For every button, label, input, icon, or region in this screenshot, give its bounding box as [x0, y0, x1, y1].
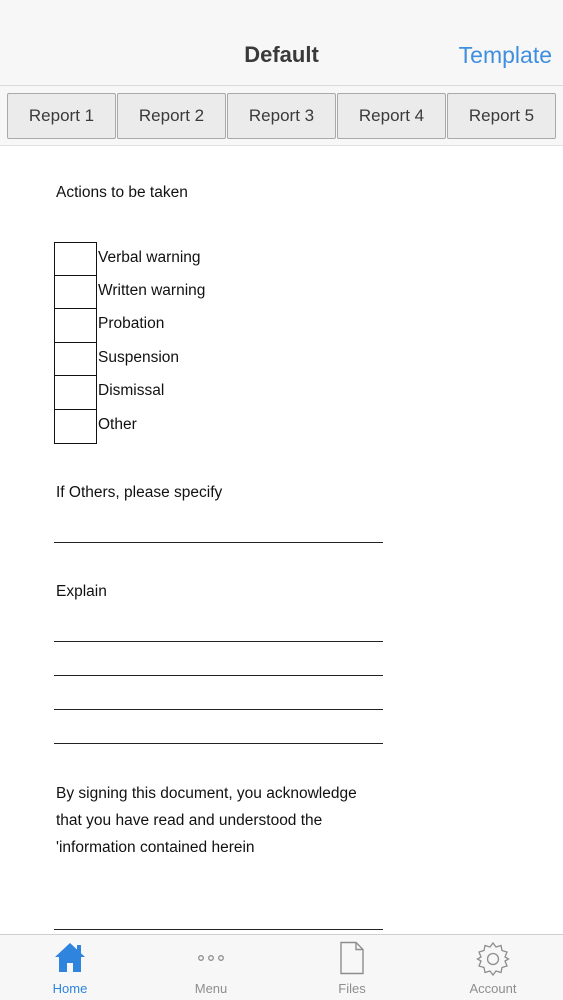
checkbox-other[interactable] [54, 409, 97, 444]
report-segment-bar: Report 1 Report 2 Report 3 Report 4 Repo… [0, 86, 563, 146]
more-icon [198, 955, 224, 961]
file-icon [340, 941, 364, 975]
checkbox-suspension[interactable] [54, 342, 97, 377]
checkbox-written-warning[interactable] [54, 275, 97, 310]
tab-home[interactable]: Home [0, 935, 140, 1000]
segment-report-2[interactable]: Report 2 [117, 93, 226, 139]
explain-line-3[interactable] [54, 709, 383, 710]
option-label-probation: Probation [98, 315, 165, 332]
segment-report-5[interactable]: Report 5 [447, 93, 556, 139]
navigation-bar: Default Template [0, 0, 563, 86]
option-label-dismissal: Dismissal [98, 382, 165, 399]
tab-account[interactable]: Account [423, 935, 563, 1000]
option-label-verbal-warning: Verbal warning [98, 249, 201, 266]
segment-report-4[interactable]: Report 4 [337, 93, 446, 139]
tab-menu[interactable]: Menu [141, 935, 281, 1000]
option-label-other: Other [98, 416, 137, 433]
acknowledgement-line-1: By signing this document, you acknowledg… [56, 785, 357, 802]
acknowledgement-line-2: that you have read and understood the [56, 812, 323, 829]
explain-line-1[interactable] [54, 641, 383, 642]
form-content[interactable]: Actions to be taken Verbal warning Writt… [0, 147, 563, 934]
tab-menu-label: Menu [194, 981, 228, 996]
segment-report-3[interactable]: Report 3 [227, 93, 336, 139]
tab-files[interactable]: Files [282, 935, 422, 1000]
option-label-written-warning: Written warning [98, 282, 206, 299]
checkbox-probation[interactable] [54, 308, 97, 343]
actions-heading: Actions to be taken [56, 184, 188, 201]
signature-line[interactable] [54, 929, 383, 930]
checkbox-dismissal[interactable] [54, 375, 97, 410]
template-button[interactable]: Template [459, 42, 552, 69]
tab-account-label: Account [469, 981, 517, 996]
others-specify-label: If Others, please specify [56, 484, 223, 501]
others-specify-line[interactable] [54, 542, 383, 543]
home-icon [55, 943, 85, 972]
option-label-suspension: Suspension [98, 349, 180, 366]
checkbox-verbal-warning[interactable] [54, 242, 97, 277]
explain-line-2[interactable] [54, 675, 383, 676]
explain-line-4[interactable] [54, 743, 383, 744]
tab-files-label: Files [338, 981, 366, 996]
tab-home-label: Home [52, 981, 88, 996]
acknowledgement-line-3: 'information contained herein [56, 839, 255, 856]
segment-report-1[interactable]: Report 1 [7, 93, 116, 139]
gear-icon [476, 941, 510, 977]
acknowledgement-text: By signing this document, you acknowledg… [56, 780, 396, 861]
tab-bar: Home Menu Files Account [0, 934, 563, 1000]
explain-label: Explain [56, 583, 107, 600]
